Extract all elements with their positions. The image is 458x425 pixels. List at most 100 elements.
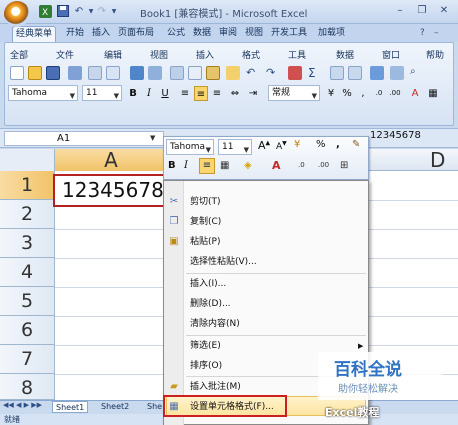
tab-formulas[interactable]: 公式: [164, 26, 188, 42]
paste-toolbar-icon[interactable]: [206, 66, 220, 80]
menu-file[interactable]: 文件: [56, 48, 74, 61]
research-icon[interactable]: [148, 66, 162, 80]
borders-icon[interactable]: ▦: [426, 86, 440, 101]
tab-home[interactable]: 开始: [63, 26, 87, 42]
tab-insert[interactable]: 插入: [89, 26, 113, 42]
save-toolbar-icon[interactable]: [46, 66, 60, 80]
tab-view[interactable]: 视图: [242, 26, 266, 42]
tab-developer[interactable]: 开发工具: [268, 26, 310, 42]
customize-dropdown-icon[interactable]: ▼: [107, 5, 121, 18]
menu-tools[interactable]: 工具: [288, 48, 306, 61]
mini-center-icon[interactable]: ≡: [199, 158, 215, 174]
sort-asc-icon[interactable]: [330, 66, 344, 80]
row-header-8[interactable]: 8: [0, 374, 55, 400]
zoom-icon[interactable]: ⌕: [410, 66, 416, 77]
select-all-corner[interactable]: [0, 149, 55, 171]
cell-a1[interactable]: 12345678: [53, 174, 168, 207]
copy-toolbar-icon[interactable]: [188, 66, 202, 80]
mini-borders-icon[interactable]: ▦: [220, 160, 229, 171]
menu-item-copy[interactable]: 复制(C): [190, 213, 221, 231]
percent-style-icon[interactable]: %: [316, 139, 326, 150]
mini-decrease-decimal-icon[interactable]: .00: [318, 161, 329, 169]
mini-increase-decimal-icon[interactable]: .0: [298, 161, 305, 169]
row-header-5[interactable]: 5: [0, 287, 55, 316]
column-header-a[interactable]: A: [55, 149, 168, 171]
bold-button[interactable]: B: [126, 86, 140, 101]
help-icon[interactable]: ?: [420, 28, 425, 38]
permission-icon[interactable]: [68, 66, 82, 80]
drawing-icon[interactable]: [390, 66, 404, 80]
align-center-icon[interactable]: ≡: [194, 86, 208, 101]
mini-merge-icon[interactable]: ⊞: [340, 160, 348, 171]
hyperlink-icon[interactable]: [288, 66, 302, 80]
mini-italic-button[interactable]: I: [184, 160, 188, 171]
tab-add-ins[interactable]: 加载项: [315, 26, 348, 42]
currency-style-icon[interactable]: ¥: [294, 139, 300, 150]
sheet-nav-icon[interactable]: ◀◀ ◀ ▶ ▶▶: [3, 401, 42, 409]
row-header-7[interactable]: 7: [0, 345, 55, 374]
mini-size-dropdown-icon[interactable]: ▼: [244, 143, 249, 157]
menu-item-insert-comment[interactable]: 插入批注(M): [190, 378, 241, 396]
menu-help[interactable]: 帮助: [426, 48, 444, 61]
percent-icon[interactable]: %: [340, 86, 354, 101]
close-button[interactable]: ✕: [434, 3, 454, 19]
name-box-dropdown-icon[interactable]: ▼: [150, 134, 155, 142]
indent-icon[interactable]: ⇥: [246, 86, 260, 101]
undo-toolbar-icon[interactable]: ↶: [246, 66, 255, 79]
menu-item-cut[interactable]: 剪切(T): [190, 193, 221, 211]
open-icon[interactable]: [28, 66, 42, 80]
mini-size-combo[interactable]: 11 ▼: [218, 139, 252, 155]
format-painter-mini-icon[interactable]: ✎: [352, 139, 360, 150]
menu-view[interactable]: 视图: [150, 48, 168, 61]
increase-decimal-icon[interactable]: .0: [372, 86, 386, 101]
font-size-dropdown-icon[interactable]: ▼: [114, 89, 119, 103]
italic-button[interactable]: I: [142, 86, 156, 101]
save-icon[interactable]: [56, 5, 70, 18]
row-header-6[interactable]: 6: [0, 316, 55, 345]
name-box[interactable]: A1: [4, 131, 164, 146]
cut-icon[interactable]: [170, 66, 184, 80]
comma-style-icon[interactable]: ,: [336, 139, 340, 150]
shrink-font-icon[interactable]: A▼: [276, 140, 287, 152]
new-icon[interactable]: [10, 66, 24, 80]
menu-edit[interactable]: 编辑: [104, 48, 122, 61]
row-header-4[interactable]: 4: [0, 258, 55, 287]
column-header-d[interactable]: D: [430, 149, 450, 171]
menu-item-filter[interactable]: 筛选(E): [190, 337, 221, 355]
mini-font-combo[interactable]: Tahoma ▼: [166, 139, 214, 155]
format-painter-icon[interactable]: [226, 66, 240, 80]
mini-font-dropdown-icon[interactable]: ▼: [206, 143, 211, 157]
tab-data[interactable]: 数据: [190, 26, 214, 42]
mini-bold-button[interactable]: B: [168, 160, 176, 171]
menu-all[interactable]: 全部: [10, 48, 28, 61]
sheet-tab-3[interactable]: She: [144, 401, 165, 413]
grow-font-icon[interactable]: A▲: [258, 139, 270, 152]
print-icon[interactable]: [88, 66, 102, 80]
tab-classic-menu[interactable]: 经典菜单: [12, 26, 57, 42]
font-name-combo[interactable]: Tahoma ▼: [8, 85, 78, 101]
row-header-3[interactable]: 3: [0, 229, 55, 258]
menu-item-paste[interactable]: 粘贴(P): [190, 233, 220, 251]
decrease-decimal-icon[interactable]: .00: [388, 86, 402, 101]
restore-button[interactable]: ❐: [412, 3, 432, 19]
fill-color-icon[interactable]: ◈: [244, 160, 252, 171]
font-color-icon[interactable]: A: [408, 86, 422, 101]
row-header-2[interactable]: 2: [0, 200, 55, 229]
merge-center-icon[interactable]: ⇔: [228, 86, 242, 101]
chart-icon[interactable]: [370, 66, 384, 80]
font-size-combo[interactable]: 11 ▼: [82, 85, 122, 101]
currency-icon[interactable]: ¥: [324, 86, 338, 101]
sheet-tab-1[interactable]: Sheet1: [52, 401, 89, 413]
number-format-combo[interactable]: 常规 ▼: [268, 85, 320, 101]
number-format-dropdown-icon[interactable]: ▼: [312, 89, 317, 103]
autosum-icon[interactable]: Σ: [308, 66, 316, 80]
print-preview-icon[interactable]: [106, 66, 120, 80]
menu-format[interactable]: 格式: [242, 48, 260, 61]
menu-item-delete[interactable]: 删除(D)...: [190, 295, 231, 313]
minimize-button[interactable]: –: [390, 3, 410, 19]
underline-button[interactable]: U: [158, 86, 172, 101]
menu-item-sort[interactable]: 排序(O): [190, 357, 222, 375]
sort-desc-icon[interactable]: [348, 66, 362, 80]
font-name-dropdown-icon[interactable]: ▼: [70, 89, 75, 103]
align-left-icon[interactable]: ≡: [178, 86, 192, 101]
